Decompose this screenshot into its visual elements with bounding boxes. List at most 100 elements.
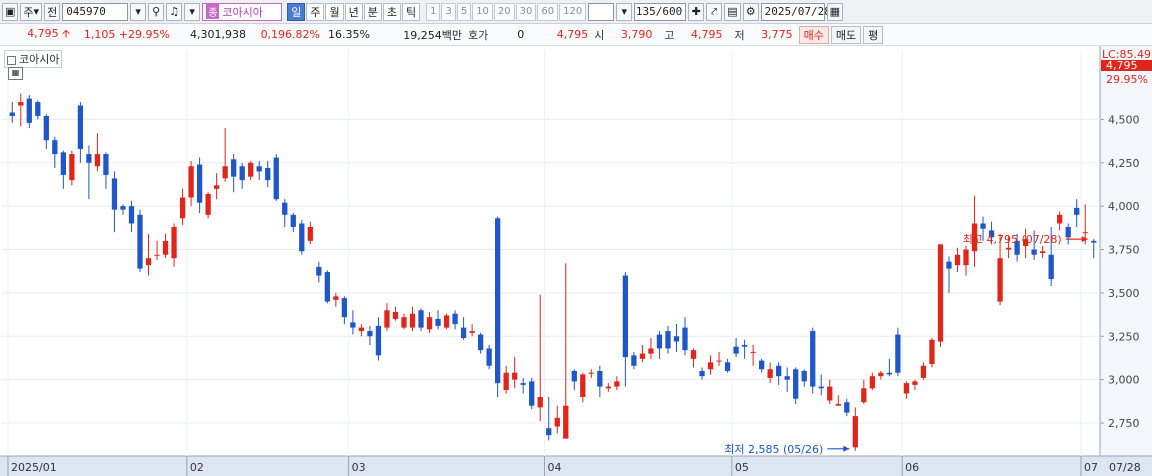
candle-body [43, 115, 49, 141]
gear-icon[interactable]: ⚙ [742, 2, 759, 21]
candle-body [324, 272, 330, 302]
candle-body [571, 370, 577, 382]
candle-body [426, 317, 433, 330]
candle-body [239, 166, 245, 181]
period-tab-5[interactable]: 초 [382, 2, 401, 21]
y-tick-label: 2,750 [1108, 417, 1140, 430]
stock-name: 코아시아 [222, 5, 263, 19]
buy-button[interactable]: 매수 [798, 25, 829, 44]
calendar-icon[interactable]: ▦ [826, 2, 844, 21]
candle-body [503, 372, 509, 391]
candle-body [154, 254, 160, 256]
save-icon[interactable]: ▤ [724, 2, 741, 21]
plot-background [0, 46, 1152, 476]
candle-body [77, 105, 84, 149]
layout-icon[interactable]: ▣ [2, 2, 19, 21]
candle-body [282, 202, 288, 215]
candle-body [350, 322, 356, 328]
candle-body [929, 339, 935, 365]
interval-button-20[interactable]: 20 [493, 2, 515, 21]
interval-button-120[interactable]: 120 [559, 2, 587, 21]
speaker-icon[interactable]: ♫ [166, 2, 183, 21]
current-price: 4,795 🡩 [0, 25, 74, 44]
candle-body [9, 112, 15, 116]
candle-body [997, 258, 1003, 302]
chart-title-text: 코아시아 [19, 53, 60, 66]
y-tick-label: 3,750 [1108, 244, 1140, 257]
sell-button[interactable]: 매도 [830, 25, 862, 44]
candle-body [316, 266, 322, 276]
candle-body [333, 296, 339, 300]
x-tick-label: 07 [1084, 461, 1098, 474]
x-axis-panel [0, 456, 1152, 476]
candle-body [205, 194, 211, 215]
toolbar: ▣ 주 ▾ 전 045970 ▾ ⚲ ♫ ▾ 종 코아시아 일주월년분초틱 135… [0, 0, 1152, 24]
candle-body [452, 313, 458, 325]
candle-body [290, 214, 296, 227]
candle-body [512, 372, 518, 380]
interval-button-1[interactable]: 1 [426, 2, 441, 21]
candle-body [554, 417, 560, 427]
candle-body [903, 383, 910, 394]
period-tab-2[interactable]: 월 [325, 2, 344, 21]
candle-body [341, 298, 348, 318]
period-tab-1[interactable]: 주 [306, 2, 325, 21]
candle-body [495, 218, 501, 384]
dropdown-arrow-icon[interactable]: ▾ [130, 2, 147, 21]
candle-body [707, 362, 714, 370]
candle-body [103, 154, 109, 175]
candle-body [145, 258, 152, 266]
candle-body [120, 206, 126, 210]
eval-button[interactable]: 평 [863, 25, 884, 44]
candle-body [639, 353, 646, 359]
candle-body [827, 386, 833, 401]
x-tick-label: 07/28 [1109, 461, 1141, 474]
candle-body [852, 416, 858, 448]
candle-body [171, 226, 177, 259]
interval-button-3[interactable]: 3 [441, 2, 456, 21]
candle-body [231, 159, 237, 177]
interval-button-30[interactable]: 30 [515, 2, 537, 21]
y-tick-label: 3,500 [1108, 287, 1140, 300]
candle-body [537, 397, 543, 408]
candle-body [307, 226, 313, 241]
price-chart[interactable]: 4,500 4,250 4,000 3,750 3,500 3,250 3,000 2,750… [0, 46, 1152, 476]
interval-dropdown-icon[interactable]: ▾ [616, 2, 633, 21]
market-select[interactable]: 주 ▾ [20, 2, 43, 21]
candle-body [1057, 214, 1063, 224]
date-input[interactable]: 2025/07/28 [760, 2, 831, 21]
candle-body [784, 376, 790, 380]
candle-body [912, 381, 918, 385]
period-tab-6[interactable]: 틱 [401, 2, 421, 21]
candle-body [52, 140, 58, 155]
candle-body [861, 388, 867, 403]
turnover-rate: 16.35% [328, 28, 370, 41]
speaker-dropdown-icon[interactable]: ▾ [184, 2, 201, 21]
candle-body [937, 244, 944, 342]
candle-body [776, 365, 782, 377]
stock-name-box[interactable]: 종 코아시아 [202, 2, 283, 21]
interval-buttons: 1 3 5 10 20 30 60 120 [426, 2, 587, 21]
grid-toggle-icon[interactable]: ▦ [8, 67, 23, 80]
current-price-tag-label: 4,795 [1106, 59, 1138, 72]
period-tab-3[interactable]: 년 [344, 2, 363, 21]
period-tab-0[interactable]: 일 [287, 2, 306, 21]
candle-body [588, 372, 594, 374]
interval-button-10[interactable]: 10 [472, 2, 493, 21]
candle-body [392, 311, 399, 319]
period-tab-4[interactable]: 분 [363, 2, 382, 21]
candle-body [222, 166, 228, 179]
candle-body [520, 383, 526, 385]
market-label: 주 [23, 5, 34, 19]
prev-button[interactable]: 전 [44, 2, 61, 21]
crosshair-icon[interactable]: ⤤ [706, 2, 723, 21]
candle-body [954, 254, 961, 266]
interval-custom-input[interactable] [588, 2, 615, 21]
zoom-in-icon[interactable]: ✚ [688, 2, 705, 21]
stock-code-input[interactable]: 045970 [62, 2, 129, 21]
interval-button-60[interactable]: 60 [537, 2, 559, 21]
candle-body [835, 403, 841, 406]
count-input[interactable]: 135/600 [634, 2, 687, 21]
search-icon[interactable]: ⚲ [148, 2, 165, 21]
interval-button-5[interactable]: 5 [456, 2, 472, 21]
